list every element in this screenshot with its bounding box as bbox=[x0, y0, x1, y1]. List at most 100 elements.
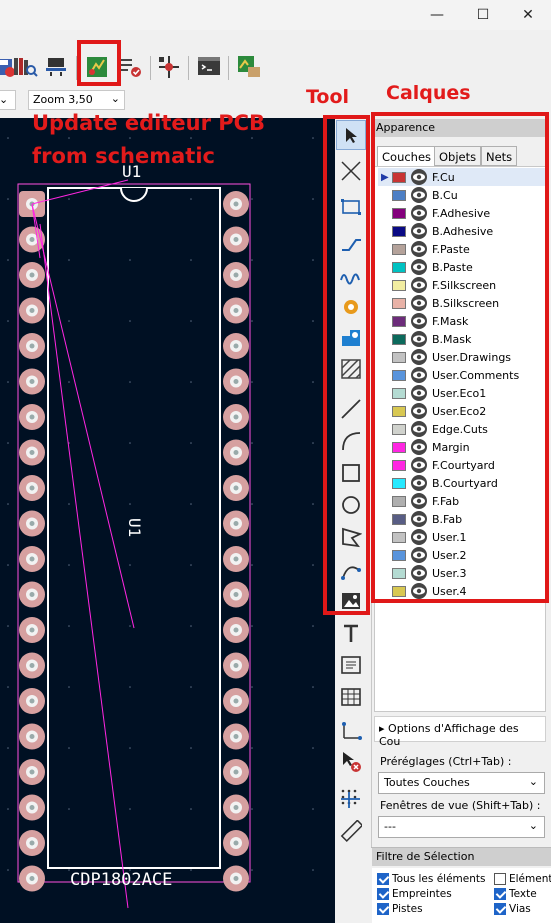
maximize-icon: ☐ bbox=[476, 7, 490, 23]
netlist-icon[interactable] bbox=[156, 54, 182, 80]
add-textbox-icon[interactable] bbox=[336, 650, 366, 680]
selection-filter-title: Filtre de Sélection bbox=[372, 848, 551, 866]
pcb-canvas[interactable]: U1 U1 CDP1802ACE bbox=[0, 118, 335, 923]
scripting-console-icon[interactable] bbox=[196, 54, 222, 80]
pad-drill bbox=[233, 627, 239, 633]
annotation-update-line1: Update editeur PCB bbox=[32, 111, 266, 135]
pad-drill bbox=[29, 805, 35, 810]
pad-drill bbox=[233, 343, 239, 349]
pad-drill bbox=[233, 379, 239, 384]
grid-select[interactable]: ⌄ bbox=[0, 90, 16, 110]
library-icon[interactable] bbox=[12, 54, 38, 80]
pad-drill bbox=[233, 592, 239, 597]
plugin-icon[interactable] bbox=[236, 54, 262, 80]
annotation-update-line2: from schematic bbox=[32, 144, 215, 168]
checkbox[interactable] bbox=[377, 903, 389, 915]
pad-drill bbox=[233, 521, 239, 526]
pad-drill bbox=[29, 698, 35, 704]
selection-filter-option[interactable]: Empreintes bbox=[377, 888, 452, 900]
footprint-reference-side: U1 bbox=[125, 518, 144, 538]
selection-filter-label: Empreintes bbox=[392, 888, 452, 900]
pad-drill bbox=[29, 876, 35, 881]
presets-select[interactable]: Toutes Couches ⌄ bbox=[378, 772, 545, 794]
delete-tool-icon[interactable] bbox=[336, 746, 366, 776]
zoom-value: Zoom 3,50 bbox=[33, 93, 93, 106]
add-table-icon[interactable] bbox=[336, 682, 366, 712]
viewports-select[interactable]: --- ⌄ bbox=[378, 816, 545, 838]
pad-drill bbox=[233, 308, 239, 313]
pad-drill bbox=[29, 521, 35, 526]
highlight-tool-strip bbox=[323, 115, 370, 615]
zoom-select[interactable]: Zoom 3,50 ⌄ bbox=[28, 90, 125, 110]
selection-filter-option[interactable]: Texte bbox=[494, 888, 537, 900]
selection-filter-option[interactable]: Tous les éléments bbox=[377, 873, 485, 885]
minimize-icon: — bbox=[430, 7, 444, 23]
pad-drill bbox=[233, 556, 239, 562]
pad-drill bbox=[29, 272, 35, 278]
checkbox[interactable] bbox=[494, 903, 506, 915]
pad-drill bbox=[29, 627, 35, 633]
display-options-toggle[interactable]: ▸ Options d'Affichage des Cou bbox=[374, 716, 546, 748]
pad-drill bbox=[29, 734, 35, 739]
pad-drill bbox=[233, 698, 239, 704]
presets-value: Toutes Couches bbox=[384, 776, 470, 789]
title-bar: — ☐ ✕ bbox=[0, 0, 551, 30]
pad-drill bbox=[233, 876, 239, 881]
chevron-down-icon: ⌄ bbox=[528, 775, 538, 788]
ratsnest-line bbox=[39, 223, 129, 909]
pad-drill bbox=[233, 663, 239, 668]
pad-drill bbox=[29, 840, 35, 846]
pad-drill bbox=[29, 663, 35, 668]
checkbox[interactable] bbox=[377, 873, 389, 885]
selection-filter-option[interactable]: Elément bbox=[494, 873, 551, 885]
minimize-button[interactable]: — bbox=[414, 0, 460, 30]
footprint-value: CDP1802ACE bbox=[70, 870, 173, 890]
selection-filter-label: Elément bbox=[509, 873, 551, 885]
pad-drill bbox=[29, 556, 35, 562]
pad-drill bbox=[233, 237, 239, 242]
pad-drill bbox=[233, 805, 239, 810]
pad-drill bbox=[29, 769, 35, 775]
add-dimension-icon[interactable] bbox=[336, 714, 366, 744]
selection-filter-label: Tous les éléments bbox=[392, 873, 486, 885]
pad-drill bbox=[29, 414, 35, 420]
pad-drill bbox=[29, 592, 35, 597]
pad-drill bbox=[233, 272, 239, 278]
close-icon: ✕ bbox=[522, 7, 534, 23]
pad-drill bbox=[29, 450, 35, 455]
grid-origin-icon[interactable] bbox=[336, 784, 366, 814]
checkbox[interactable] bbox=[377, 888, 389, 900]
close-button[interactable]: ✕ bbox=[505, 0, 551, 30]
chevron-down-icon: ⌄ bbox=[110, 92, 120, 105]
chevron-down-icon: ⌄ bbox=[0, 93, 9, 106]
pad-drill bbox=[233, 450, 239, 455]
pad-drill bbox=[233, 840, 239, 846]
selection-filter-option[interactable]: Pistes bbox=[377, 903, 423, 915]
selection-filter-option[interactable]: Vias bbox=[494, 903, 531, 915]
pad-drill bbox=[29, 237, 35, 242]
measure-tool-icon[interactable] bbox=[336, 816, 366, 846]
footprint-editor-icon[interactable] bbox=[44, 54, 70, 80]
pad-drill bbox=[233, 769, 239, 775]
highlight-layers bbox=[371, 112, 549, 603]
add-text-icon[interactable] bbox=[336, 618, 366, 648]
viewports-label: Fenêtres de vue (Shift+Tab) : bbox=[380, 799, 541, 812]
pad-drill bbox=[29, 343, 35, 349]
triangle-right-icon: ▸ bbox=[379, 722, 385, 735]
pad-drill bbox=[29, 485, 35, 491]
pad-drill bbox=[233, 201, 239, 207]
highlight-update-button bbox=[77, 40, 121, 86]
selection-filter-label: Pistes bbox=[392, 903, 423, 915]
pin1-notch bbox=[120, 187, 148, 202]
annotation-calques: Calques bbox=[386, 82, 471, 104]
pad-drill bbox=[233, 734, 239, 739]
pad-drill bbox=[233, 485, 239, 491]
checkbox[interactable] bbox=[494, 888, 506, 900]
viewports-value: --- bbox=[384, 820, 396, 833]
checklist-icon[interactable] bbox=[118, 54, 144, 80]
maximize-button[interactable]: ☐ bbox=[460, 0, 506, 30]
pad-drill bbox=[29, 379, 35, 384]
checkbox[interactable] bbox=[494, 873, 506, 885]
pad-drill bbox=[233, 414, 239, 420]
selection-filter-label: Texte bbox=[509, 888, 537, 900]
